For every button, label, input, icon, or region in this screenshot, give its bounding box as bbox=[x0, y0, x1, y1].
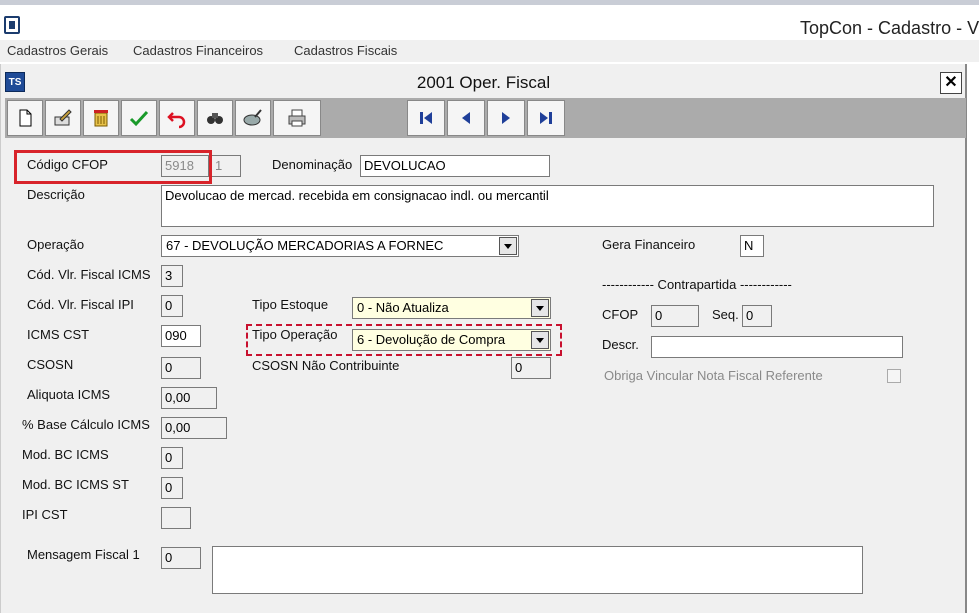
tipo-operacao-highlight-box bbox=[246, 324, 562, 356]
next-record-icon bbox=[502, 112, 510, 124]
ipi-cst-label: IPI CST bbox=[22, 507, 68, 522]
edit-icon bbox=[54, 109, 72, 126]
form-titlebar: TS 2001 Oper. Fiscal ✕ bbox=[1, 70, 966, 96]
descricao-field[interactable]: Devolucao de mercad. recebida em consign… bbox=[161, 185, 934, 227]
first-record-button[interactable] bbox=[407, 100, 445, 136]
contrapartida-seq-field[interactable]: 0 bbox=[742, 305, 772, 327]
print-icon bbox=[288, 109, 306, 127]
mod-bc-icms-label: Mod. BC ICMS bbox=[22, 447, 109, 462]
mod-bc-icms-st-field[interactable]: 0 bbox=[161, 477, 183, 499]
delete-button[interactable] bbox=[83, 100, 119, 136]
undo-button[interactable] bbox=[159, 100, 195, 136]
app-titlebar: TopCon - Cadastro - V bbox=[0, 0, 979, 40]
cod-vlr-fiscal-ipi-label: Cód. Vlr. Fiscal IPI bbox=[27, 297, 134, 312]
mensagem-fiscal-1-field[interactable]: 0 bbox=[161, 547, 201, 569]
codigo-cfop-seq-field[interactable]: 1 bbox=[211, 155, 241, 177]
operacao-dropdown-icon[interactable] bbox=[499, 237, 517, 255]
cfop-highlight-box bbox=[14, 150, 212, 184]
contrapartida-seq-label: Seq. bbox=[712, 307, 739, 322]
mensagem-fiscal-1-text[interactable] bbox=[212, 546, 863, 594]
csosn-label: CSOSN bbox=[27, 357, 74, 372]
menu-cadastros-financeiros[interactable]: Cadastros Financeiros bbox=[133, 43, 263, 58]
aliquota-icms-field[interactable]: 0,00 bbox=[161, 387, 217, 409]
tipo-estoque-dropdown-icon[interactable] bbox=[531, 299, 549, 317]
operacao-value: 67 - DEVOLUÇÃO MERCADORIAS A FORNEC bbox=[166, 238, 444, 253]
tipo-estoque-value: 0 - Não Atualiza bbox=[357, 300, 449, 315]
icms-cst-field[interactable]: 090 bbox=[161, 325, 201, 347]
lookup-button[interactable] bbox=[235, 100, 271, 136]
mod-bc-icms-st-label: Mod. BC ICMS ST bbox=[22, 477, 129, 492]
search-button[interactable] bbox=[197, 100, 233, 136]
menu-cadastros-gerais[interactable]: Cadastros Gerais bbox=[7, 43, 108, 58]
obriga-vincular-label: Obriga Vincular Nota Fiscal Referente bbox=[604, 368, 823, 383]
previous-record-button[interactable] bbox=[447, 100, 485, 136]
undo-icon bbox=[167, 112, 186, 129]
base-calculo-icms-field[interactable]: 0,00 bbox=[161, 417, 227, 439]
last-record-button[interactable] bbox=[527, 100, 565, 136]
denominacao-field[interactable]: DEVOLUCAO bbox=[360, 155, 550, 177]
menu-cadastros-fiscais[interactable]: Cadastros Fiscais bbox=[294, 43, 397, 58]
contrapartida-heading: ------------ Contrapartida ------------ bbox=[602, 277, 792, 292]
print-button[interactable] bbox=[273, 100, 321, 136]
csosn-field[interactable]: 0 bbox=[161, 357, 201, 379]
csosn-nao-contribuinte-field[interactable]: 0 bbox=[511, 357, 551, 379]
cod-vlr-fiscal-ipi-field[interactable]: 0 bbox=[161, 295, 183, 317]
next-record-button[interactable] bbox=[487, 100, 525, 136]
aliquota-icms-label: Aliquota ICMS bbox=[27, 387, 111, 402]
mensagem-fiscal-1-label: Mensagem Fiscal 1 bbox=[27, 547, 140, 562]
mod-bc-icms-field[interactable]: 0 bbox=[161, 447, 183, 469]
obriga-vincular-checkbox[interactable] bbox=[887, 369, 901, 383]
edit-button[interactable] bbox=[45, 100, 81, 136]
contrapartida-descr-field[interactable] bbox=[651, 336, 903, 358]
app-title: TopCon - Cadastro - V bbox=[800, 18, 979, 38]
cod-vlr-fiscal-icms-label: Cód. Vlr. Fiscal ICMS bbox=[27, 267, 151, 282]
ipi-cst-field[interactable] bbox=[161, 507, 191, 529]
denominacao-label: Denominação bbox=[272, 157, 353, 172]
last-record-icon bbox=[540, 112, 552, 124]
menu-bar: Cadastros Gerais Cadastros Financeiros C… bbox=[0, 40, 979, 62]
csosn-nao-contribuinte-label: CSOSN Não Contribuinte bbox=[252, 358, 400, 373]
gera-financeiro-field[interactable]: N bbox=[740, 235, 764, 257]
app-icon bbox=[4, 16, 20, 34]
confirm-icon bbox=[129, 110, 149, 127]
descricao-label: Descrição bbox=[27, 187, 85, 202]
contrapartida-descr-label: Descr. bbox=[602, 337, 639, 352]
operacao-label: Operação bbox=[27, 237, 85, 252]
tipo-estoque-label: Tipo Estoque bbox=[252, 297, 329, 312]
operacao-select[interactable]: 67 - DEVOLUÇÃO MERCADORIAS A FORNEC bbox=[161, 235, 519, 257]
search-icon bbox=[207, 113, 223, 124]
icms-cst-label: ICMS CST bbox=[27, 327, 90, 342]
cod-vlr-fiscal-icms-field[interactable]: 3 bbox=[161, 265, 183, 287]
gera-financeiro-label: Gera Financeiro bbox=[602, 237, 696, 252]
first-record-icon bbox=[420, 112, 432, 124]
confirm-button[interactable] bbox=[121, 100, 157, 136]
base-calculo-icms-label: % Base Cálculo ICMS bbox=[22, 417, 150, 432]
new-button[interactable] bbox=[7, 100, 43, 136]
previous-record-icon bbox=[462, 112, 470, 124]
contrapartida-cfop-label: CFOP bbox=[602, 307, 639, 322]
close-button[interactable]: ✕ bbox=[940, 72, 962, 94]
lookup-icon bbox=[243, 109, 262, 126]
delete-icon bbox=[94, 110, 108, 127]
toolbar bbox=[5, 98, 966, 138]
new-icon bbox=[19, 109, 32, 127]
contrapartida-cfop-field[interactable]: 0 bbox=[651, 305, 699, 327]
form-title: 2001 Oper. Fiscal bbox=[416, 73, 551, 92]
tipo-estoque-select[interactable]: 0 - Não Atualiza bbox=[352, 297, 551, 319]
